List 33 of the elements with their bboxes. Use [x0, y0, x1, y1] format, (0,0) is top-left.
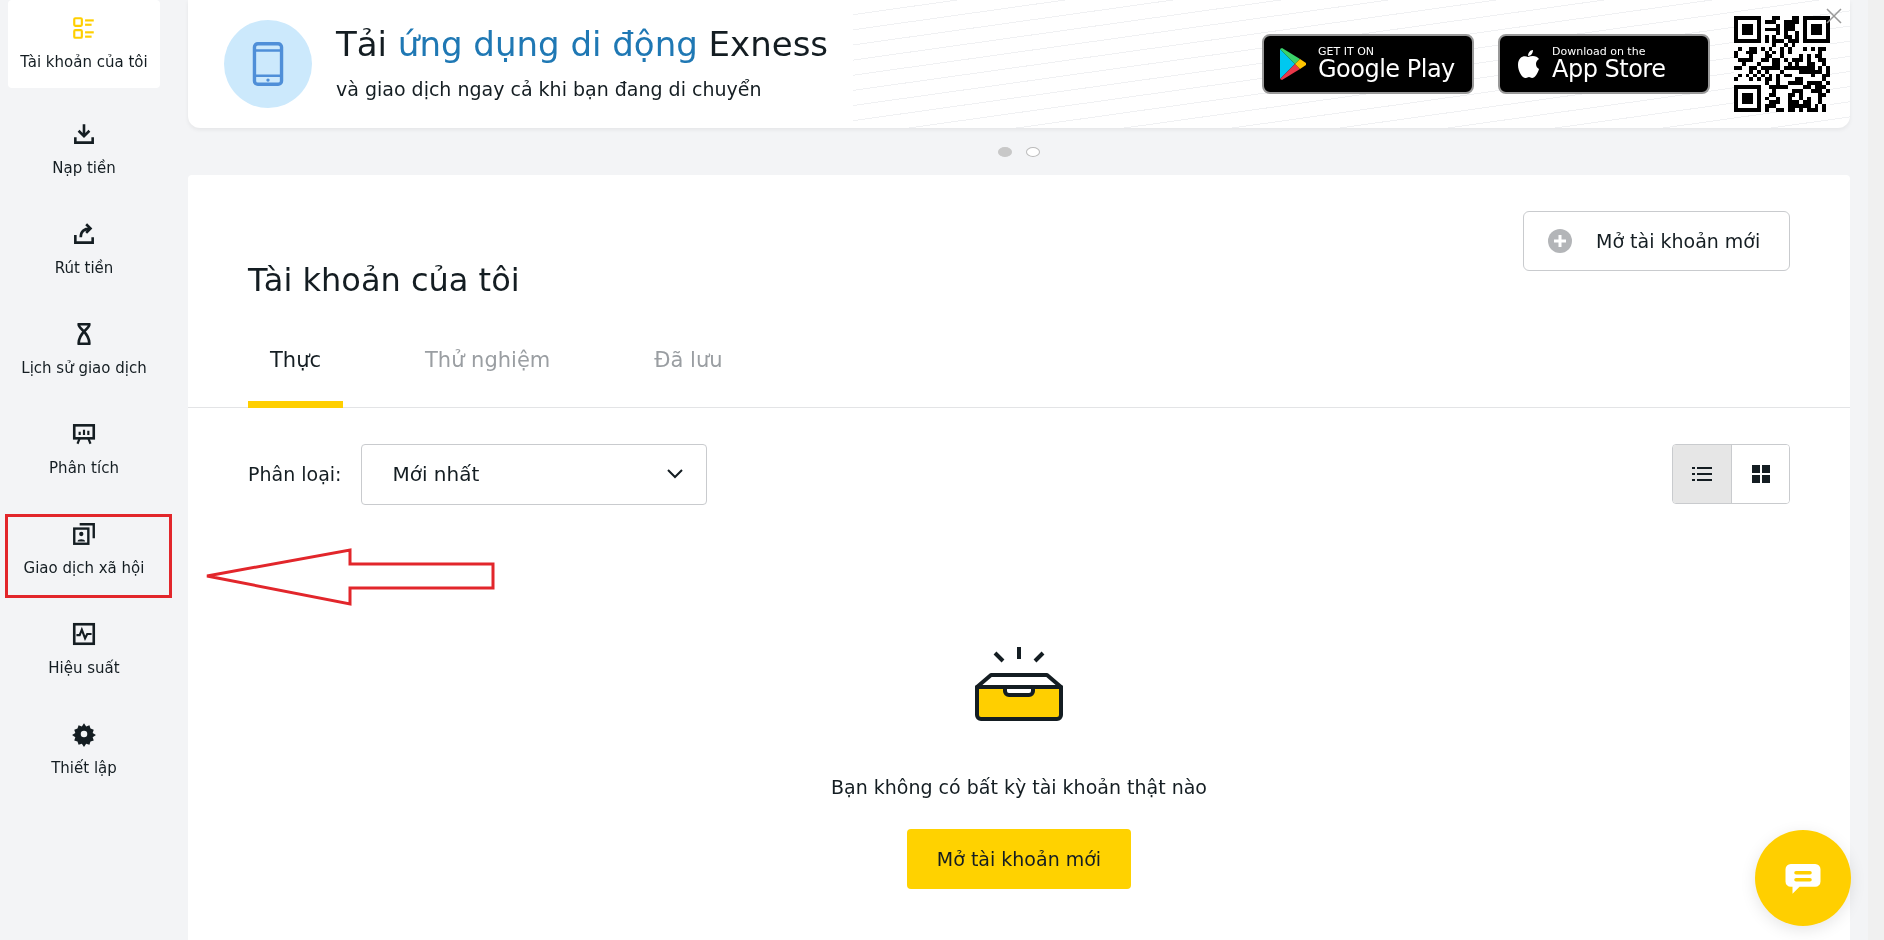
sidebar-item[interactable]: Phân tích — [8, 400, 160, 500]
pulse-chart-icon — [71, 620, 97, 647]
sidebar-item[interactable]: Tài khoản của tôi — [8, 0, 160, 88]
plus-circle-icon — [1548, 229, 1572, 253]
phone-icon — [251, 42, 285, 86]
play-triangle-icon — [1278, 47, 1308, 81]
grid-icon — [1751, 465, 1770, 484]
open-account-button[interactable]: Mở tài khoản mới — [907, 829, 1131, 890]
close-icon — [1826, 8, 1842, 24]
sidebar-item[interactable]: Lịch sử giao dịch — [8, 300, 160, 400]
open-account-button[interactable]: Mở tài khoản mới — [1523, 211, 1790, 271]
list-icon — [1692, 467, 1712, 482]
page-title: Tài khoản của tôi — [248, 261, 520, 300]
sidebar-item[interactable]: Rút tiền — [8, 200, 160, 300]
carousel-dot[interactable] — [1026, 146, 1040, 157]
carousel-dot[interactable] — [998, 146, 1012, 157]
chevron-down-icon — [666, 468, 685, 481]
app-store-badge[interactable]: Download on the App Store — [1498, 34, 1710, 94]
sidebar-item[interactable]: Hiệu suất — [8, 600, 160, 700]
sort-dropdown[interactable]: Mới nhất — [361, 443, 708, 505]
sidebar-item[interactable]: Thiết lập — [8, 700, 160, 800]
list-view-button[interactable] — [1673, 445, 1731, 504]
portrait-stack-icon — [71, 520, 97, 547]
banner-title: Tải ứng dụng di động Exness — [336, 24, 830, 66]
google-play-badge[interactable]: GET IT ON Google Play — [1262, 34, 1474, 94]
empty-message: Bạn không có bất kỳ tài khoản thật nào — [831, 774, 1207, 800]
grid-list-icon — [71, 14, 97, 41]
sort-label: Phân loại: — [248, 462, 342, 488]
sidebar-item[interactable]: Nạp tiền — [8, 100, 160, 200]
sidebar-item[interactable]: Giao dịch xã hội — [8, 500, 160, 600]
banner-subtitle: và giao dịch ngay cả khi bạn đang di chuyển — [336, 77, 763, 103]
grid-view-button[interactable] — [1731, 445, 1789, 504]
tab[interactable]: Thực — [248, 345, 343, 408]
